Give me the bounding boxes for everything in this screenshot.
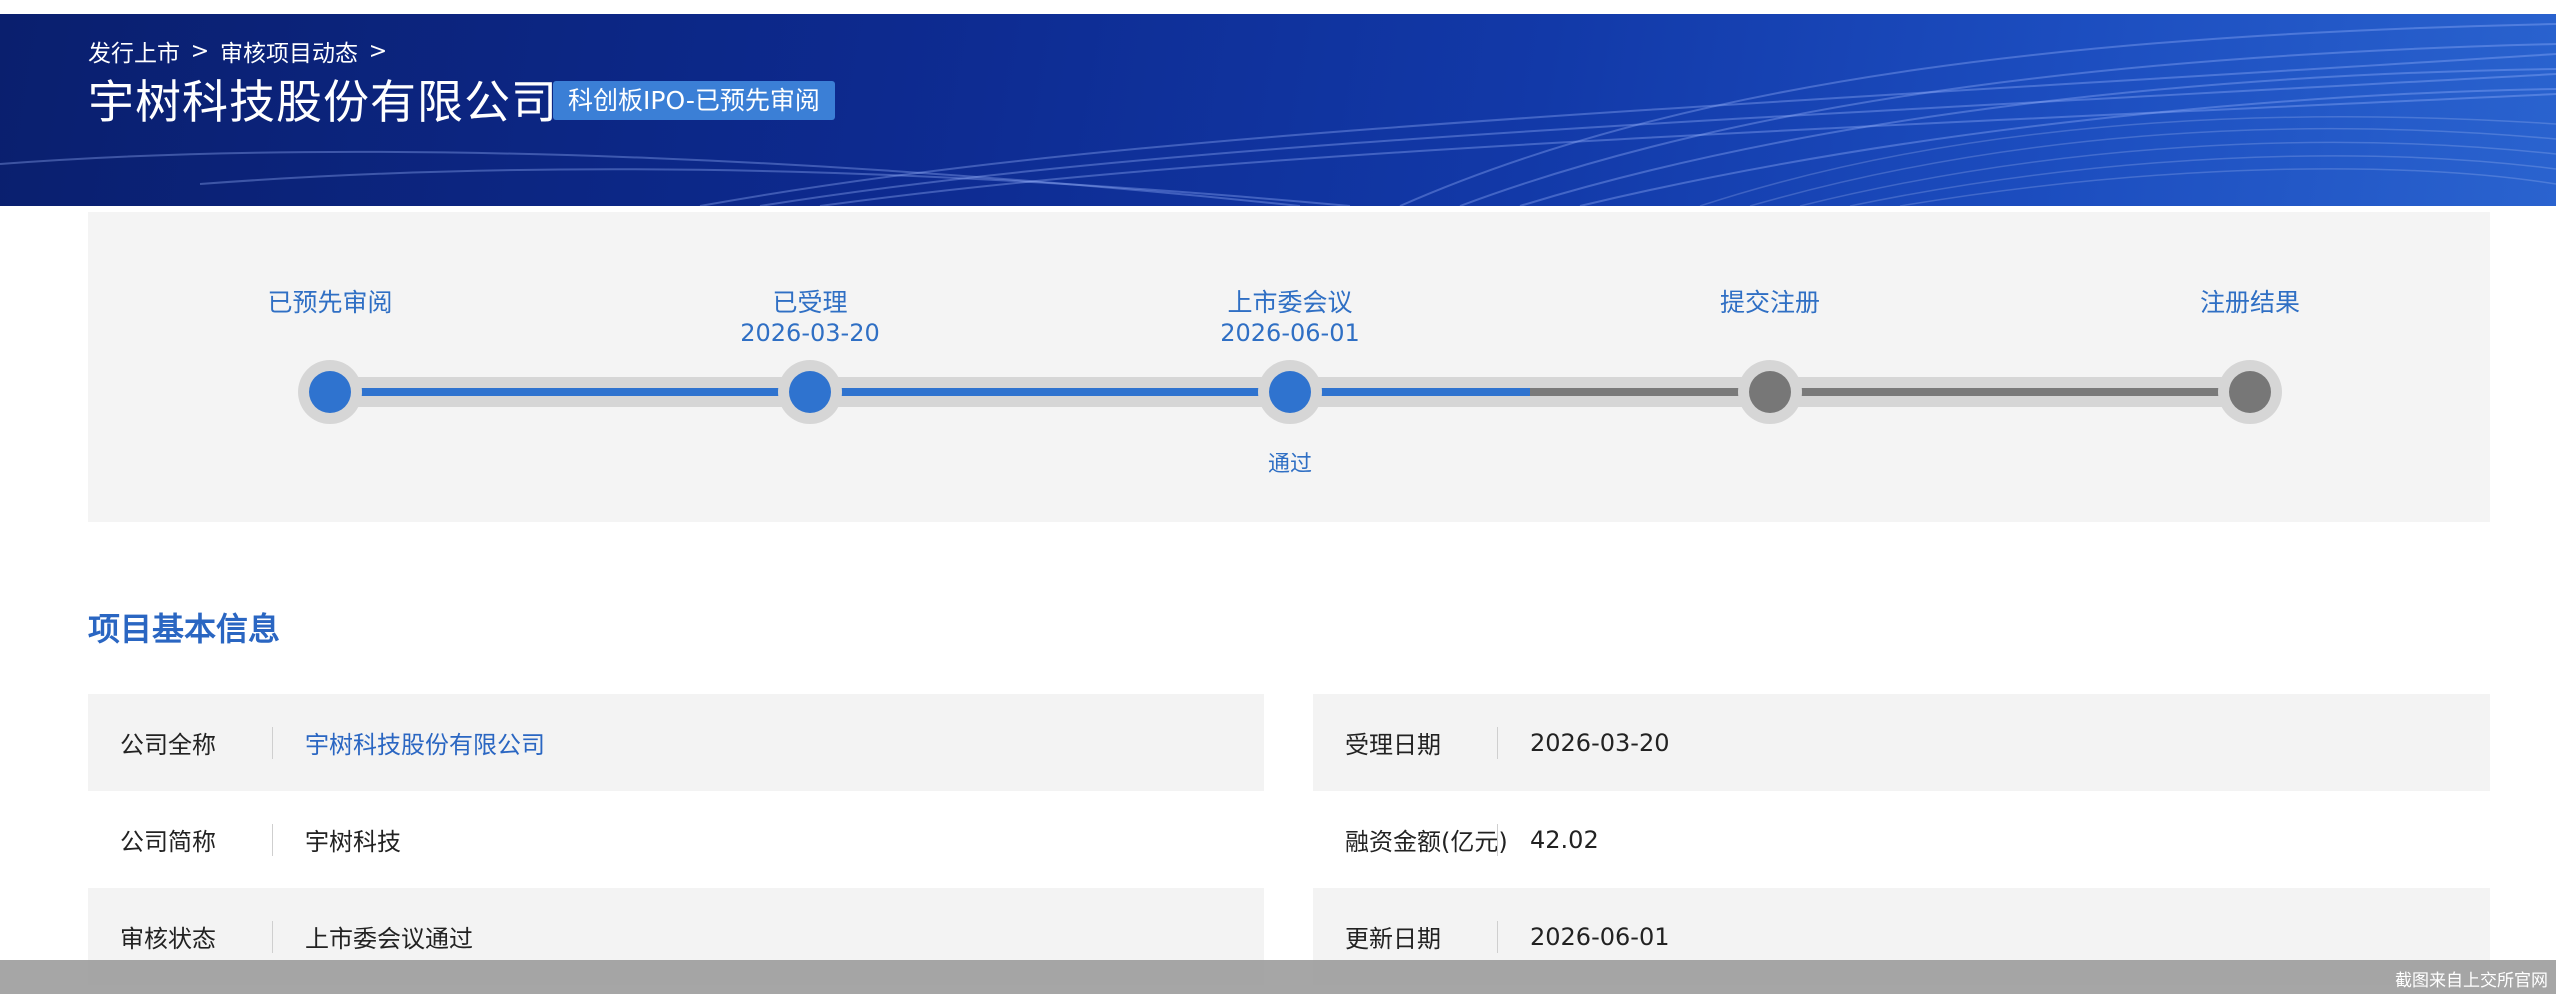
info-value: 2026-03-20 [1530,728,1670,757]
step-title: 已预先审阅 [267,288,393,317]
progress-track-pending [1530,388,2250,396]
progress-track-completed [330,388,1530,396]
divider [1497,920,1498,953]
step-label-listing-committee: 上市委会议 2026-06-01 [1140,287,1440,349]
chevron-right-icon: > [190,38,210,64]
step-label-pre-review: 已预先审阅 [180,287,480,318]
step-node-pre-review [298,360,362,424]
info-label: 审核状态 [120,925,216,953]
step-label-submit-registration: 提交注册 [1620,287,1920,318]
info-label: 公司全称 [120,731,216,759]
divider [272,726,273,759]
info-label: 公司简称 [120,828,216,856]
breadcrumb-item-review-projects[interactable]: 审核项目动态 [220,34,358,68]
info-value: 上市委会议通过 [305,925,473,953]
info-label: 更新日期 [1345,925,1441,953]
step-title: 上市委会议 [1227,288,1353,317]
status-badge: 科创板IPO-已预先审阅 [553,81,835,120]
info-row-company-full-name: 公司全称 宇树科技股份有限公司 [88,694,1264,791]
chevron-right-icon: > [368,38,388,64]
step-label-accepted: 已受理 2026-03-20 [660,287,960,349]
info-row-financing-amount: 融资金额(亿元) 42.02 [1313,791,2490,888]
info-row-acceptance-date: 受理日期 2026-03-20 [1313,694,2490,791]
divider [1497,823,1498,856]
step-label-registration-result: 注册结果 [2100,287,2400,318]
breadcrumb-item-listing[interactable]: 发行上市 [88,34,180,68]
step-title: 已受理 [772,288,848,317]
watermark-bar: 截图来自上交所官网 [0,960,2556,994]
step-node-registration-result [2218,360,2282,424]
step-node-accepted [778,360,842,424]
divider [272,920,273,953]
breadcrumb: 发行上市 > 审核项目动态 > [88,34,398,68]
step-node-submit-registration [1738,360,1802,424]
step-date: 2026-03-20 [740,319,880,347]
page-header: 发行上市 > 审核项目动态 > 宇树科技股份有限公司 科创板IPO-已预先审阅 [0,14,2556,206]
top-strip [0,0,2556,14]
page-title: 宇树科技股份有限公司 [88,75,558,129]
info-label: 融资金额(亿元) [1345,828,1508,856]
step-date: 2026-06-01 [1220,319,1360,347]
info-row-company-short-name: 公司简称 宇树科技 [88,791,1264,888]
info-value: 42.02 [1530,825,1599,854]
step-title: 注册结果 [2199,288,2300,317]
company-full-name-link[interactable]: 宇树科技股份有限公司 [305,725,545,760]
step-result-passed: 通过 [1267,452,1312,477]
step-node-listing-committee [1258,360,1322,424]
divider [272,823,273,856]
divider [1497,726,1498,759]
watermark-text: 截图来自上交所官网 [2395,971,2548,991]
info-value: 宇树科技 [305,828,401,856]
section-title-basic-info: 项目基本信息 [88,610,281,648]
step-title: 提交注册 [1719,288,1820,317]
info-value: 2026-06-01 [1530,922,1670,951]
review-progress-panel: 已预先审阅 已受理 2026-03-20 上市委会议 2026-06-01 提交… [88,212,2490,522]
info-label: 受理日期 [1345,731,1441,759]
